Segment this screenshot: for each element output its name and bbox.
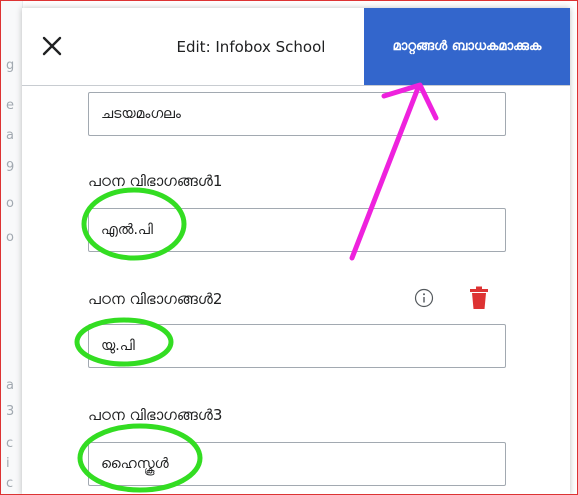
background-text: i [6,456,10,471]
field-label-classes2: പഠന വിഭാഗങ്ങൾ2 [88,290,223,308]
close-icon [42,36,62,56]
info-icon [414,288,434,308]
background-text: a [6,378,14,393]
field-input-location[interactable]: ചടയമംഗലം [88,92,506,136]
dialog-body: ചടയമംഗലം പഠന വിഭാഗങ്ങൾ1 എൽ.പി പഠന വിഭാഗങ… [22,86,570,495]
field-label-classes1: പഠന വിഭാഗങ്ങൾ1 [88,172,223,190]
field-label-classes3: പഠന വിഭാഗങ്ങൾ3 [88,406,223,424]
background-text: e [6,98,14,113]
background-text: g [6,58,15,73]
field-input-classes1[interactable]: എൽ.പി [88,208,506,252]
info-button[interactable] [414,288,434,308]
apply-changes-button[interactable]: മാറ്റങ്ങൾ ബാധകമാക്കുക [364,8,570,85]
field-input-classes3[interactable]: ഹൈസ്കൂൾ [88,442,506,486]
dialog-title: Edit: Infobox School [176,37,326,56]
background-text: 3 [6,404,15,419]
background-text: o [6,230,14,245]
trash-icon [470,286,488,309]
background-text: c [6,476,14,491]
edit-template-dialog: Edit: Infobox School മാറ്റങ്ങൾ ബാധകമാക്ക… [22,8,570,495]
background-page-edge: g e a 9 o o a 3 c i c [0,0,23,495]
background-text: 9 [6,160,15,175]
dialog-header: Edit: Infobox School മാറ്റങ്ങൾ ബാധകമാക്ക… [22,8,570,86]
background-text: o [6,196,14,211]
field-input-classes2[interactable]: യു.പി [88,324,506,368]
background-text: c [6,436,14,451]
close-button[interactable] [32,26,72,66]
background-text: a [6,128,14,143]
delete-field-button[interactable] [468,286,490,310]
